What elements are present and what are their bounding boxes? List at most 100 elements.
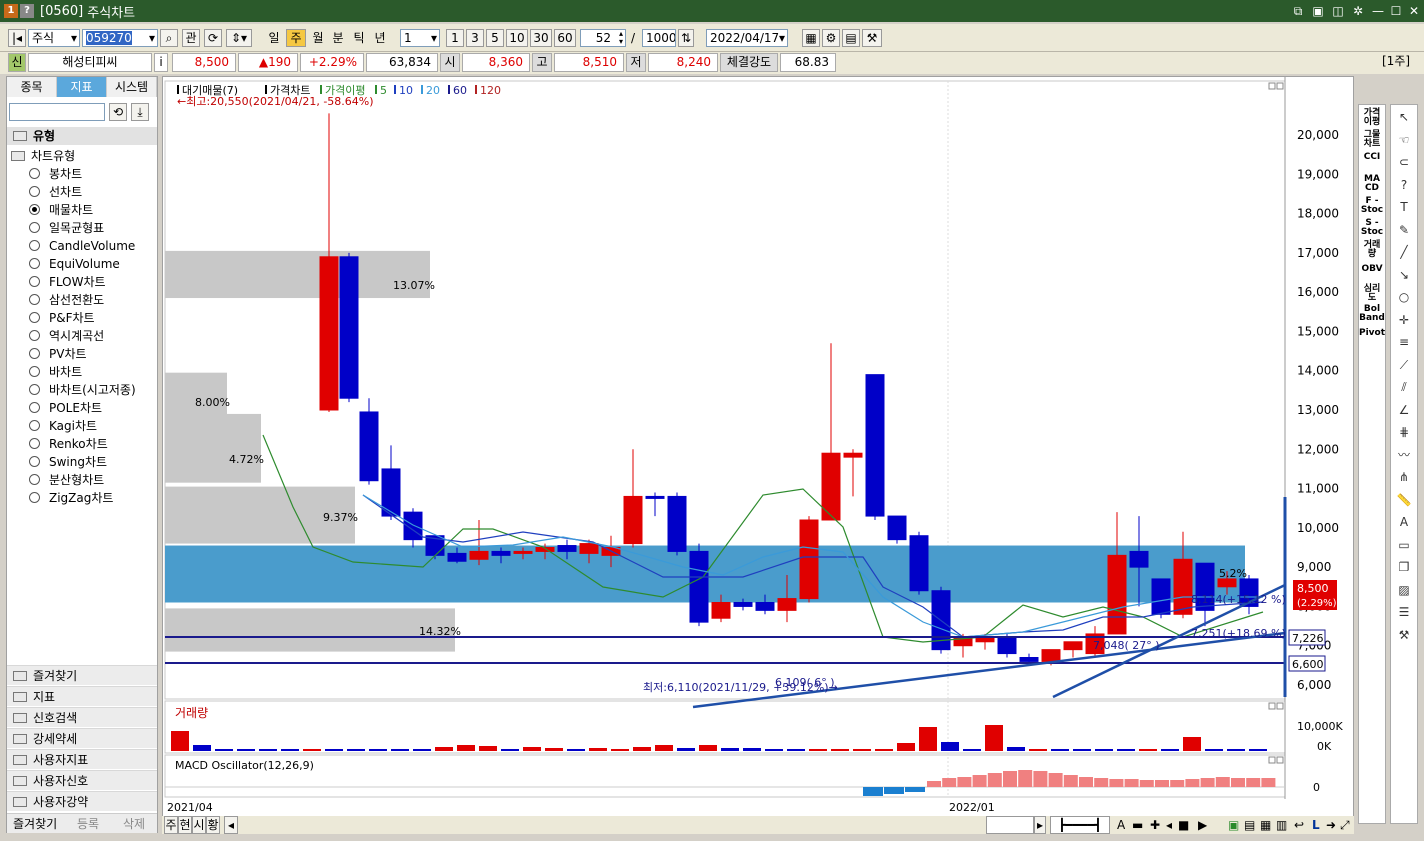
wave-icon[interactable]: 〰 [1395,447,1413,463]
candle-body[interactable] [447,552,467,562]
zoom-in-icon[interactable]: ✚ [1150,816,1160,834]
indicator-shortcut[interactable]: 심리 도 [1359,285,1385,303]
save-icon[interactable]: ▤ [1244,816,1255,834]
grid-tool-icon[interactable]: ⋕ [1395,424,1413,440]
chart-type-item[interactable]: 선차트 [29,183,82,201]
radio-button[interactable] [29,186,40,197]
gwan-button[interactable]: 관 [182,29,200,47]
radio-button[interactable] [29,312,40,323]
arrows-icon[interactable]: ⇅ [678,29,694,47]
candle-body[interactable] [557,545,577,552]
period-month[interactable]: 월 [308,29,328,47]
interval-5[interactable]: 5 [486,29,504,47]
period-minute[interactable]: 분 [328,29,348,47]
legend-item[interactable]: 10 [399,84,413,97]
chart-type-item[interactable]: P&F차트 [29,309,95,327]
stop-icon[interactable]: ■ [1178,816,1189,834]
volume-panel[interactable] [164,700,1286,754]
radio-button[interactable] [29,168,40,179]
candle-body[interactable] [997,637,1017,655]
excel-icon[interactable]: ▣ [1228,816,1239,834]
indicator-shortcut[interactable]: 가격 이평 [1359,109,1385,127]
wrench-icon[interactable]: ⚒ [1395,627,1413,643]
group-folder[interactable]: 사용자강약 [7,791,157,811]
interval-1[interactable]: 1 [446,29,464,47]
resize-icon[interactable]: ⤢ [1340,816,1350,834]
line-icon[interactable]: ╱ [1395,244,1413,260]
cross-icon[interactable]: ✛ [1395,312,1413,328]
updown-icon[interactable]: ⇕▾ [226,29,252,47]
candle-body[interactable] [339,256,359,399]
candle-body[interactable] [909,535,929,592]
stats-icon[interactable]: ▨ [1395,582,1413,598]
download-icon[interactable]: ⤓ [131,103,149,121]
radio-button[interactable] [29,294,40,305]
refresh-icon[interactable]: ⟳ [204,29,222,47]
text-tool-icon[interactable]: A [1117,816,1125,834]
radio-button[interactable] [29,438,40,449]
panel-close-icon[interactable] [1276,756,1284,764]
panel-max-icon[interactable] [1268,702,1276,710]
first-icon[interactable]: |◂ [8,29,26,47]
forward-icon[interactable]: ➜ [1326,816,1336,834]
group-folder[interactable]: 사용자신호 [7,770,157,790]
indicator-shortcut[interactable]: CCI [1359,153,1385,162]
link-icon[interactable]: ⧉ [1290,3,1306,19]
tab-hwang[interactable]: 황 [206,816,220,834]
group-folder[interactable]: 신호검색 [7,707,157,727]
radio-button[interactable] [29,492,40,503]
chart-icon[interactable]: ▦ [802,29,820,47]
candle-body[interactable] [865,374,885,517]
eraser-icon[interactable]: ✎ [1395,222,1413,238]
chart-type-item[interactable]: EquiVolume [29,255,120,273]
indicator-shortcut[interactable]: OBV [1359,265,1385,274]
minimize-icon[interactable]: — [1370,3,1386,19]
step-back-icon[interactable]: ◂ [1166,816,1172,834]
ruler-icon[interactable]: 📏 [1395,492,1413,508]
candle-body[interactable] [491,550,511,556]
section-type[interactable]: 유형 [7,127,157,145]
interval-30[interactable]: 30 [530,29,552,47]
close-icon[interactable]: ✕ [1406,3,1422,19]
stock-code-input[interactable]: 059270 ▾ [82,29,158,47]
candle-body[interactable] [843,452,863,458]
radio-button[interactable] [29,348,40,359]
radio-button[interactable] [29,474,40,485]
radio-button[interactable] [29,330,40,341]
candle-body[interactable] [513,550,533,554]
gear-icon[interactable]: ✲ [1350,3,1366,19]
candle-body[interactable] [1217,578,1237,588]
candle-body[interactable] [799,519,819,600]
period-tick[interactable]: 틱 [349,29,369,47]
undo-icon[interactable]: ↩ [1294,816,1304,834]
chart-type-item[interactable]: CandleVolume [29,237,135,255]
candle-body[interactable] [1107,554,1127,635]
chart-type-item[interactable]: ZigZag차트 [29,489,113,507]
zoom-out-icon[interactable]: ▬ [1132,816,1143,834]
radio-button[interactable] [29,420,40,431]
auto-icon[interactable]: A [1395,514,1413,530]
chart-type-item[interactable]: 바차트 [29,363,82,381]
register-button[interactable]: 등록 [77,815,99,833]
text-icon[interactable]: T [1395,199,1413,215]
candle-body[interactable] [1019,657,1039,662]
candle-body[interactable] [1151,578,1171,615]
candle-body[interactable] [755,602,775,611]
legend-item[interactable]: 가격이평 [325,84,365,97]
radio-button[interactable] [29,402,40,413]
candle-body[interactable] [469,550,489,560]
fibo-icon[interactable]: ≡ [1395,334,1413,350]
save-icon[interactable]: ▣ [1310,3,1326,19]
refresh-icon[interactable]: ⟲ [109,103,127,121]
candle-body[interactable] [645,495,665,499]
arrow-line-icon[interactable]: ↘ [1395,267,1413,283]
interval-60[interactable]: 60 [554,29,576,47]
chart-type-item[interactable]: 바차트(시고저종) [29,381,136,399]
settings-icon[interactable]: ⚙ [822,29,840,47]
pitch-icon[interactable]: ⋔ [1395,469,1413,485]
chart-area[interactable]: 20,000 19,000 18,000 17,000 16,000 15,000 14,0… [162,76,1354,817]
radio-button[interactable] [29,456,40,467]
camera-icon[interactable]: ◫ [1330,3,1346,19]
channel-icon[interactable]: ⫽ [1395,379,1413,395]
candle-body[interactable] [1041,649,1061,662]
